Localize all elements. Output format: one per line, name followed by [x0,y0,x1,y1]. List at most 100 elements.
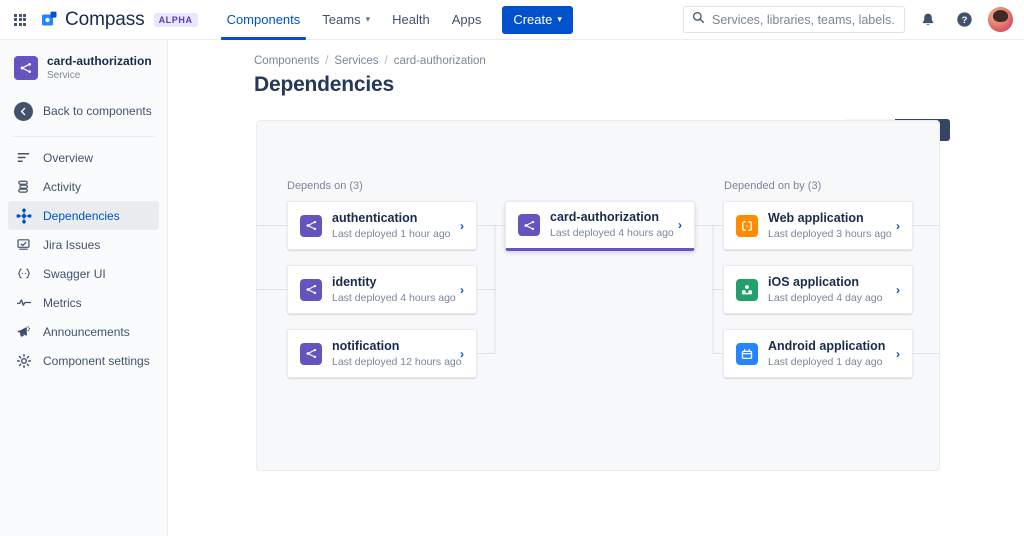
dependencies-node-icon [14,208,33,224]
help-circle-icon[interactable]: ? [951,7,977,33]
dependency-node-notification[interactable]: notification Last deployed 12 hours ago … [287,329,477,378]
node-text: Web application Last deployed 3 hours ag… [768,211,896,241]
nav-item-teams[interactable]: Teams ▾ [311,0,381,40]
breadcrumb-item-card-authorization[interactable]: card-authorization [394,55,486,67]
node-text: iOS application Last deployed 4 day ago [768,275,896,305]
sidebar-component-type: Service [47,69,152,82]
node-meta: Last deployed 12 hours ago [332,355,460,369]
chevron-right-icon[interactable]: › [896,220,900,232]
node-name: notification [332,339,460,354]
overview-lines-icon [14,150,33,165]
sidebar-component-header[interactable]: card-authorization Service [0,40,167,82]
page-title: Dependencies [168,73,1024,97]
search-icon [692,11,705,29]
node-meta: Last deployed 4 hours ago [332,291,460,305]
primary-nav: Components Teams ▾ Health Apps Create ▾ [216,0,573,40]
chevron-down-icon: ▾ [557,14,562,25]
top-navigation-bar: Compass ALPHA Components Teams ▾ Health … [0,0,1024,40]
sidebar-item-announcements[interactable]: Announcements [8,317,159,346]
chevron-down-icon: ▾ [366,14,371,25]
node-meta: Last deployed 1 day ago [768,355,896,369]
dependency-node-identity[interactable]: identity Last deployed 4 hours ago › [287,265,477,314]
dependent-node-web-application[interactable]: Web application Last deployed 3 hours ag… [723,201,913,250]
metrics-pulse-icon [14,295,33,310]
sidebar-component-text: card-authorization Service [47,54,152,82]
megaphone-icon [14,324,33,339]
dependency-graph-canvas[interactable]: Depends on (3) Depended on by (3) authen… [256,120,940,471]
node-name: Android application [768,339,896,354]
dependent-node-ios-application[interactable]: iOS application Last deployed 4 day ago … [723,265,913,314]
brand-name: Compass [65,9,145,31]
arrow-left-circle-icon [14,102,33,121]
breadcrumb-separator: / [385,55,388,67]
user-avatar[interactable] [988,7,1013,32]
node-meta: Last deployed 3 hours ago [768,227,896,241]
chevron-right-icon[interactable]: › [460,284,464,296]
swagger-braces-icon [14,266,33,281]
dependency-node-authentication[interactable]: authentication Last deployed 1 hour ago … [287,201,477,250]
grid-dots [14,14,26,26]
sidebar-item-jira-issues-label: Jira Issues [43,238,100,252]
create-button[interactable]: Create ▾ [502,6,573,34]
jira-board-icon [14,237,33,252]
android-app-icon [736,343,758,365]
service-node-icon [518,214,540,236]
sidebar-item-overview[interactable]: Overview [8,143,159,172]
sidebar-component-name: card-authorization [47,54,152,68]
sidebar-item-component-settings-label: Component settings [43,354,150,368]
node-meta: Last deployed 1 hour ago [332,227,460,241]
sidebar-item-metrics-label: Metrics [43,296,82,310]
node-meta: Last deployed 4 day ago [768,291,896,305]
sidebar-item-metrics[interactable]: Metrics [8,288,159,317]
apple-blocks-icon [736,279,758,301]
sidebar-item-component-settings[interactable]: Component settings [8,346,159,375]
node-meta: Last deployed 4 hours ago [550,226,678,240]
compass-logo-icon [40,10,59,29]
dependent-node-android-application[interactable]: Android application Last deployed 1 day … [723,329,913,378]
breadcrumb-item-services[interactable]: Services [334,55,378,67]
service-node-icon [300,279,322,301]
nav-item-apps-label: Apps [452,12,482,27]
node-text: card-authorization Last deployed 4 hours… [550,210,678,240]
chevron-right-icon[interactable]: › [896,348,900,360]
brand-home-link[interactable]: Compass [40,9,145,31]
svg-text:?: ? [961,15,967,26]
sidebar-item-activity-label: Activity [43,180,81,194]
sidebar-item-swagger-ui-label: Swagger UI [43,267,106,281]
alpha-badge: ALPHA [154,13,198,27]
bell-icon[interactable] [915,7,941,33]
breadcrumb: Components / Services / card-authorizati… [168,40,1024,67]
node-text: identity Last deployed 4 hours ago [332,275,460,305]
depends-on-label: Depends on (3) [287,180,363,192]
node-name: card-authorization [550,210,678,225]
nav-item-components[interactable]: Components [216,0,312,40]
nav-item-apps[interactable]: Apps [441,0,493,40]
sidebar-item-overview-label: Overview [43,151,93,165]
main-content: Components / Services / card-authorizati… [168,40,1024,536]
nav-item-teams-label: Teams [322,12,360,27]
sidebar-item-swagger-ui[interactable]: Swagger UI [8,259,159,288]
node-text: authentication Last deployed 1 hour ago [332,211,460,241]
grid-apps-icon[interactable] [9,9,31,31]
node-name: identity [332,275,460,290]
sidebar-item-announcements-label: Announcements [43,325,130,339]
node-text: Android application Last deployed 1 day … [768,339,896,369]
dependency-node-card-authorization[interactable]: card-authorization Last deployed 4 hours… [505,201,695,251]
sidebar-item-dependencies[interactable]: Dependencies [8,201,159,230]
nav-item-health[interactable]: Health [381,0,441,40]
chevron-right-icon[interactable]: › [460,348,464,360]
breadcrumb-item-components[interactable]: Components [254,55,319,67]
sidebar-item-jira-issues[interactable]: Jira Issues [8,230,159,259]
chevron-right-icon[interactable]: › [460,220,464,232]
gear-icon [14,353,33,369]
chevron-right-icon[interactable]: › [678,219,682,231]
chevron-right-icon[interactable]: › [896,284,900,296]
sidebar-item-activity[interactable]: Activity [8,172,159,201]
node-text: notification Last deployed 12 hours ago [332,339,460,369]
code-braces-icon [736,215,758,237]
sidebar: card-authorization Service Back to compo… [0,40,168,536]
search-input[interactable] [712,13,896,27]
node-name: authentication [332,211,460,226]
back-to-components-button[interactable]: Back to components [8,96,159,126]
search-box[interactable] [683,6,905,33]
